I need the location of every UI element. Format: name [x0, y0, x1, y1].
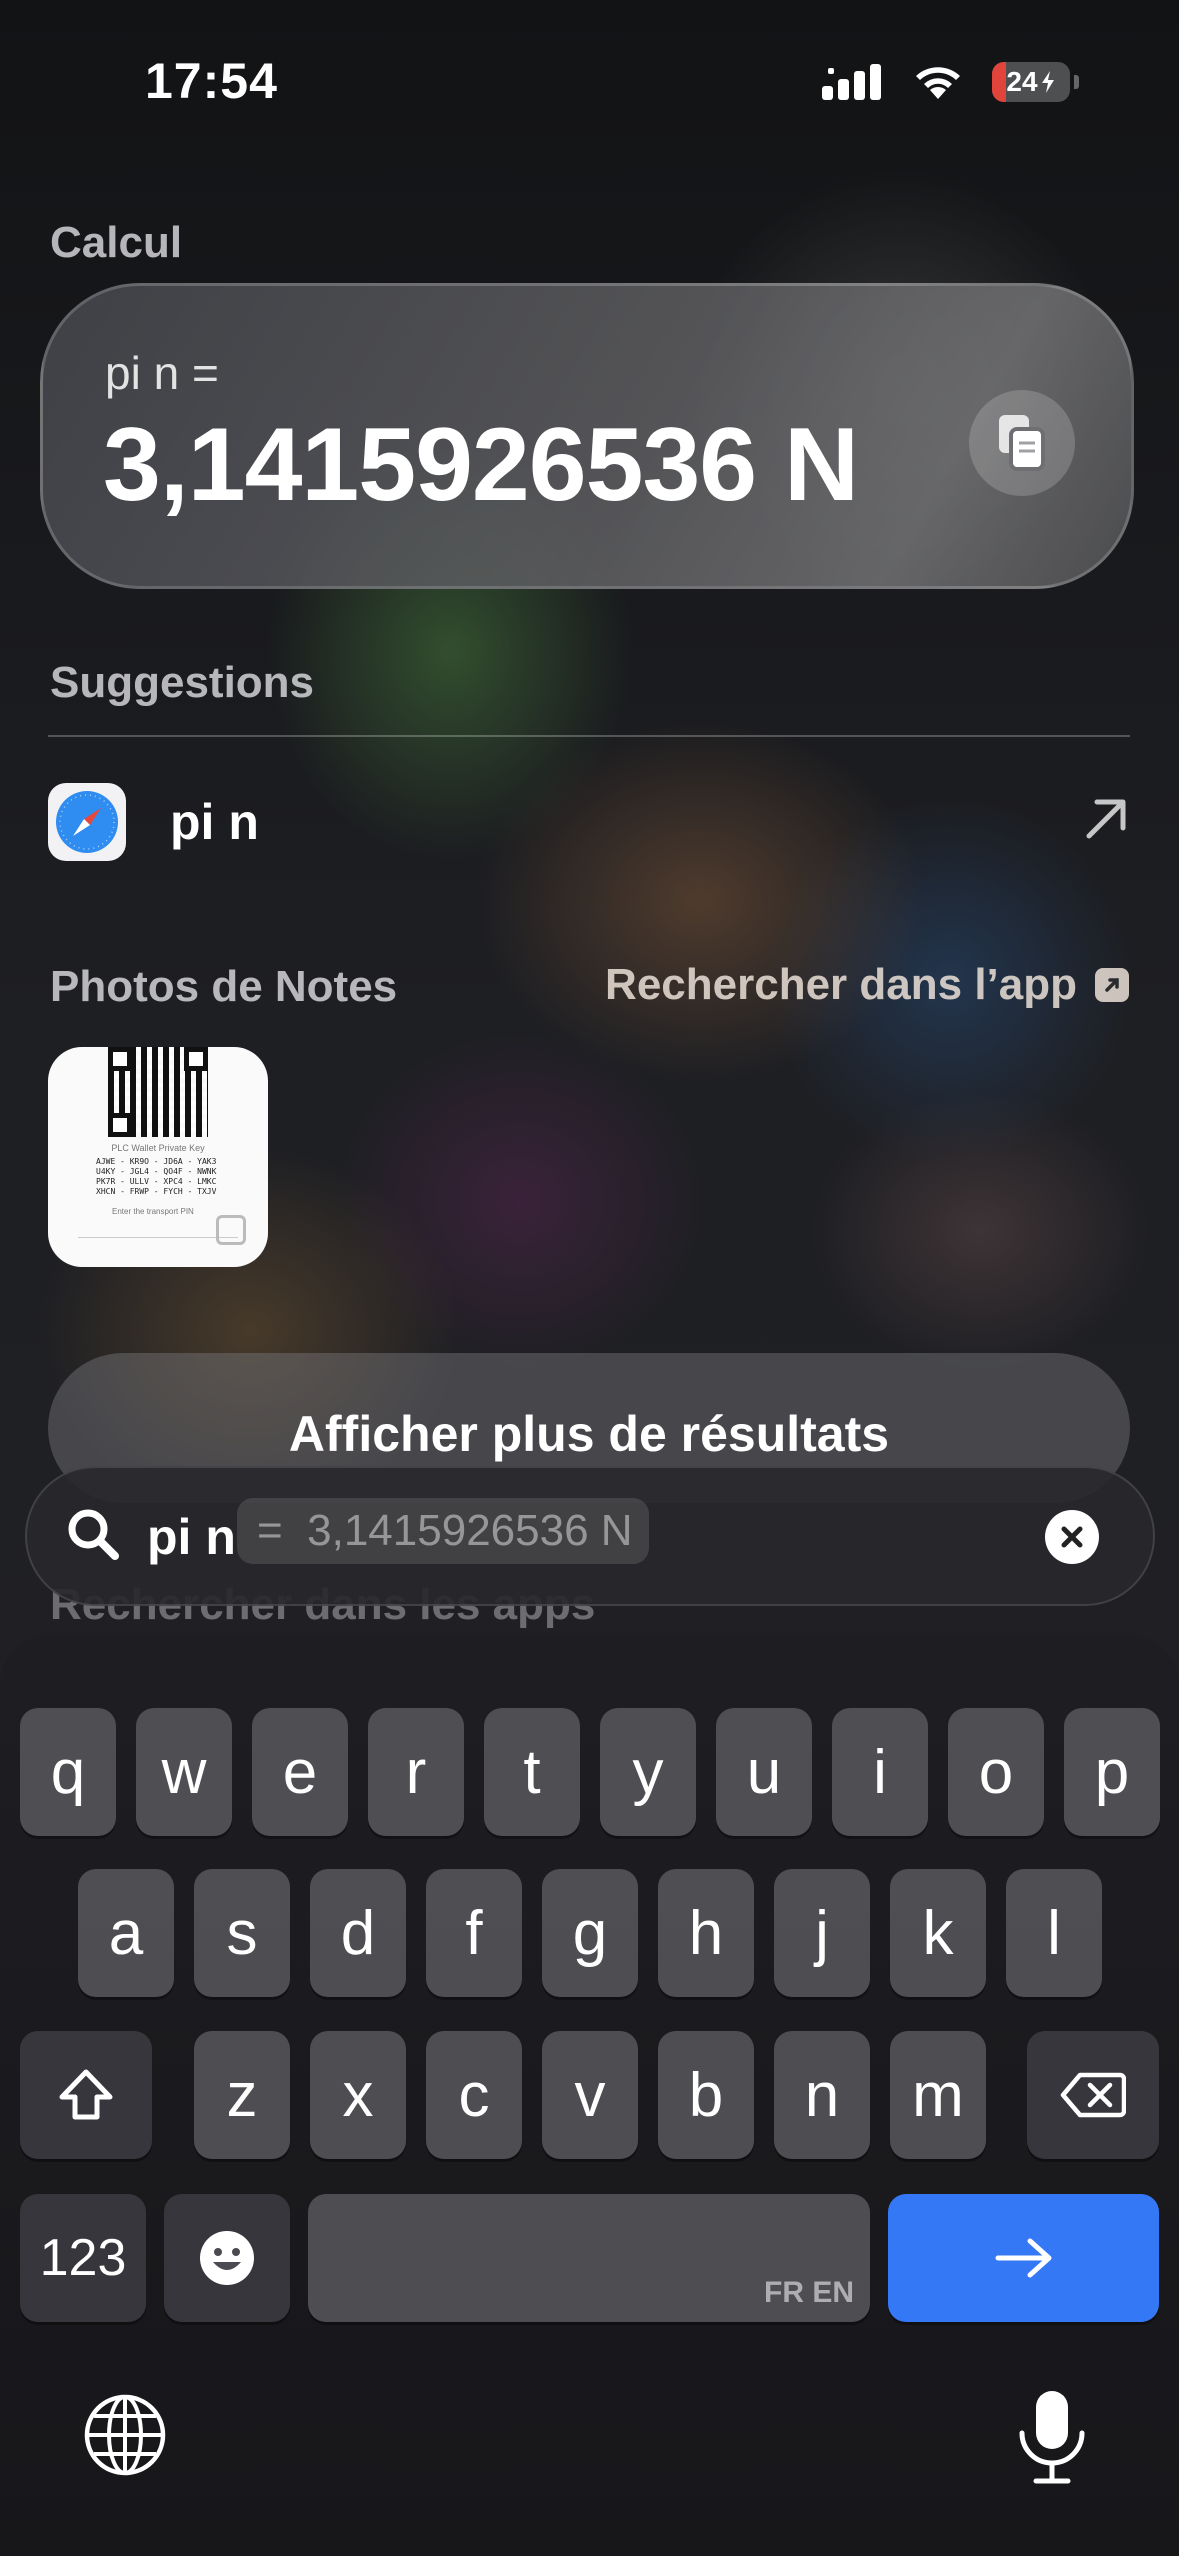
key-k[interactable]: k	[890, 1869, 986, 1997]
globe-key[interactable]	[82, 2392, 168, 2483]
search-in-app-link[interactable]: Rechercher dans l’app	[605, 960, 1129, 1010]
key-z[interactable]: z	[194, 2031, 290, 2159]
calc-section-title: Calcul	[50, 218, 183, 267]
emoji-icon	[200, 2231, 254, 2285]
live-text-icon	[216, 1215, 246, 1245]
key-y[interactable]: y	[600, 1708, 696, 1836]
battery-indicator: 24	[992, 62, 1070, 102]
thumbnail-footer: Enter the transport PIN	[112, 1207, 194, 1216]
calc-result: 3,1415926536 N	[103, 407, 859, 523]
arrow-right-icon	[995, 2238, 1051, 2278]
globe-icon	[84, 2394, 166, 2476]
dictation-key[interactable]	[1012, 2387, 1092, 2492]
keyboard-language-label: FR EN	[764, 2276, 854, 2309]
thumbnail-heading: PLC Wallet Private Key	[111, 1143, 205, 1153]
divider	[48, 735, 1130, 737]
key-n[interactable]: n	[774, 2031, 870, 2159]
key-t[interactable]: t	[484, 1708, 580, 1836]
key-q[interactable]: q	[20, 1708, 116, 1836]
emoji-key[interactable]	[164, 2194, 290, 2322]
delete-key[interactable]	[1027, 2031, 1159, 2159]
numbers-key[interactable]: 123	[20, 2194, 146, 2322]
microphone-icon	[1019, 2391, 1085, 2484]
charging-bolt-icon	[1041, 71, 1054, 93]
key-v[interactable]: v	[542, 2031, 638, 2159]
thumbnail-key-lines: AJWE - KR9O - JD6A - YAK3 U4KY - JGL4 - Q…	[96, 1157, 217, 1196]
safari-compass-icon	[56, 791, 118, 853]
calc-expression: pi n =	[105, 347, 219, 399]
space-key[interactable]: FR EN	[308, 2194, 870, 2322]
close-icon	[1061, 1526, 1083, 1548]
shift-icon	[59, 2069, 113, 2120]
battery-level: 24	[1006, 66, 1038, 97]
backspace-icon	[1060, 2072, 1126, 2118]
search-icon	[68, 1509, 119, 1560]
key-h[interactable]: h	[658, 1869, 754, 1997]
search-completion[interactable]: = 3,1415926536 N	[237, 1498, 649, 1564]
key-l[interactable]: l	[1006, 1869, 1102, 1997]
copy-icon	[999, 415, 1045, 471]
clear-search-button[interactable]	[1045, 1510, 1099, 1564]
open-arrow-icon[interactable]	[1083, 796, 1129, 847]
go-key[interactable]	[888, 2194, 1159, 2322]
photo-thumbnail[interactable]: PLC Wallet Private Key AJWE - KR9O - JD6…	[48, 1047, 268, 1267]
key-w[interactable]: w	[136, 1708, 232, 1836]
key-f[interactable]: f	[426, 1869, 522, 1997]
wifi-icon	[916, 67, 960, 99]
status-time: 17:54	[145, 53, 278, 109]
more-results-label: Afficher plus de résultats	[288, 1406, 890, 1462]
key-u[interactable]: u	[716, 1708, 812, 1836]
key-j[interactable]: j	[774, 1869, 870, 1997]
external-app-icon	[1095, 968, 1129, 1002]
search-input[interactable]: pi n	[147, 1508, 236, 1566]
cellular-signal-icon	[822, 64, 881, 100]
key-a[interactable]: a	[78, 1869, 174, 1997]
key-e[interactable]: e	[252, 1708, 348, 1836]
key-p[interactable]: p	[1064, 1708, 1160, 1836]
calculation-card[interactable]: pi n = 3,1415926536 N	[40, 283, 1134, 589]
copy-button[interactable]	[969, 390, 1075, 496]
status-icons: 24	[822, 62, 1079, 102]
suggestion-item-label[interactable]: pi n	[170, 793, 259, 851]
key-x[interactable]: x	[310, 2031, 406, 2159]
key-c[interactable]: c	[426, 2031, 522, 2159]
search-in-app-label: Rechercher dans l’app	[605, 960, 1077, 1009]
key-b[interactable]: b	[658, 2031, 754, 2159]
safari-icon[interactable]	[48, 783, 126, 861]
search-bar[interactable]: pi n = 3,1415926536 N	[25, 1466, 1155, 1606]
keyboard: q w e r t y u i o p a s d f g h j k l z …	[0, 1635, 1179, 2556]
key-o[interactable]: o	[948, 1708, 1044, 1836]
key-s[interactable]: s	[194, 1869, 290, 1997]
key-d[interactable]: d	[310, 1869, 406, 1997]
key-r[interactable]: r	[368, 1708, 464, 1836]
shift-key[interactable]	[20, 2031, 152, 2159]
key-i[interactable]: i	[832, 1708, 928, 1836]
key-m[interactable]: m	[890, 2031, 986, 2159]
key-g[interactable]: g	[542, 1869, 638, 1997]
suggestions-title: Suggestions	[50, 658, 315, 707]
photos-section-title: Photos de Notes	[50, 962, 398, 1011]
